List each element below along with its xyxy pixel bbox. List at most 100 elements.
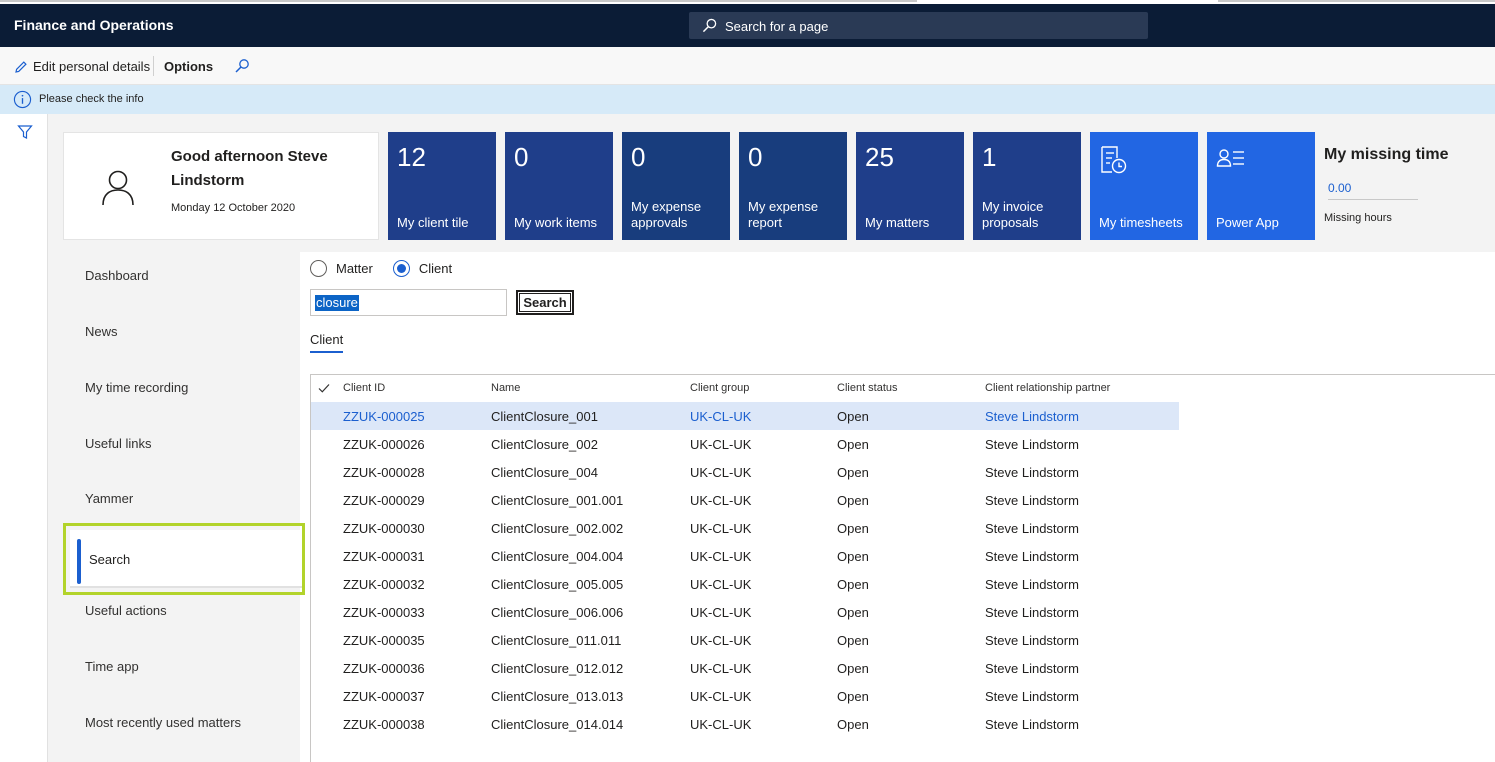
cell-client-status: Open [837,409,869,424]
cell-client-group[interactable]: UK-CL-UK [690,409,751,424]
table-row[interactable]: ZZUK-000035 ClientClosure_011.011 UK-CL-… [311,626,1179,654]
column-header-relationship-partner[interactable]: Client relationship partner [985,382,1110,394]
column-header-client-group[interactable]: Client group [690,382,749,394]
nav-item-useful-actions[interactable]: Useful actions [85,603,167,618]
tile-my-client[interactable]: 12 My client tile [388,132,496,240]
cell-name: ClientClosure_002.002 [491,521,624,536]
nav-item-dashboard[interactable]: Dashboard [85,268,149,283]
greeting: Good afternoon Steve Lindstorm [171,148,328,189]
cell-client-group: UK-CL-UK [690,605,752,620]
cell-name: ClientClosure_004.004 [491,549,624,564]
tile-count: 1 [982,142,997,172]
user-avatar-icon [102,170,134,206]
cell-name: ClientClosure_006.006 [491,605,624,620]
table-row[interactable]: ZZUK-000030 ClientClosure_002.002 UK-CL-… [311,514,1179,542]
tile-power-app[interactable]: Power App [1207,132,1315,240]
cell-client-id: ZZUK-000026 [343,437,425,452]
page-search-box[interactable]: Search for a page [689,12,1148,39]
nav-item-most-recent-matters[interactable]: Most recently used matters [85,715,241,730]
select-all-check-icon[interactable] [318,382,330,394]
edit-personal-details-button[interactable]: Edit personal details [14,59,150,74]
table-row[interactable]: ZZUK-000036 ClientClosure_012.012 UK-CL-… [311,654,1179,682]
left-rail [0,114,48,762]
tile-my-matters[interactable]: 25 My matters [856,132,964,240]
tab-active-underline [310,351,343,353]
tile-my-expense-report[interactable]: 0 My expense report [739,132,847,240]
tile-my-timesheets[interactable]: My timesheets [1090,132,1198,240]
table-row[interactable]: ZZUK-000033 ClientClosure_006.006 UK-CL-… [311,598,1179,626]
cell-partner: Steve Lindstorm [985,465,1079,480]
search-query-input[interactable]: closure [310,289,507,316]
page-search-placeholder: Search for a page [725,19,829,34]
tile-count: 0 [631,142,646,172]
cell-name: ClientClosure_011.011 [491,633,622,648]
table-row[interactable]: ZZUK-000026 ClientClosure_002 UK-CL-UK O… [311,430,1179,458]
cell-client-group: UK-CL-UK [690,717,752,732]
column-header-client-status[interactable]: Client status [837,382,898,394]
search-type-radio-group: Matter Client [310,260,472,277]
cell-partner: Steve Lindstorm [985,689,1079,704]
nav-item-news[interactable]: News [85,324,118,339]
tile-my-work-items[interactable]: 0 My work items [505,132,613,240]
edit-personal-details-label: Edit personal details [33,59,151,74]
cell-client-id: ZZUK-000035 [343,633,425,648]
options-button[interactable]: Options [164,59,213,74]
filter-icon[interactable] [17,124,33,140]
nav-item-useful-links[interactable]: Useful links [85,436,151,451]
search-query-text: closure [315,295,359,311]
search-button-label: Search [519,293,571,312]
cell-partner: Steve Lindstorm [985,605,1079,620]
table-row[interactable]: ZZUK-000029 ClientClosure_001.001 UK-CL-… [311,486,1179,514]
cell-name: ClientClosure_001.001 [491,493,624,508]
cell-client-id[interactable]: ZZUK-000025 [343,409,425,424]
cell-partner: Steve Lindstorm [985,437,1079,452]
cell-partner: Steve Lindstorm [985,717,1079,732]
cell-name: ClientClosure_004 [491,465,598,480]
cell-client-status: Open [837,661,869,676]
tile-label: Power App [1216,215,1279,230]
cell-client-group: UK-CL-UK [690,465,752,480]
table-row[interactable]: ZZUK-000038 ClientClosure_014.014 UK-CL-… [311,710,1179,738]
cell-client-id: ZZUK-000038 [343,717,425,732]
nav-item-my-time-recording[interactable]: My time recording [85,380,188,395]
cell-client-status: Open [837,437,869,452]
radio-matter[interactable] [310,260,327,277]
nav-item-yammer[interactable]: Yammer [85,491,133,506]
info-bar: Please check the info [0,85,1495,114]
tile-count: 0 [514,142,529,172]
nav-item-time-app[interactable]: Time app [85,659,139,674]
workspace-nav: Dashboard News My time recording Useful … [66,252,300,762]
find-icon[interactable] [234,58,250,74]
table-row[interactable]: ZZUK-000032 ClientClosure_005.005 UK-CL-… [311,570,1179,598]
tile-count: 25 [865,142,894,172]
cell-client-status: Open [837,465,869,480]
cell-client-id: ZZUK-000032 [343,577,425,592]
radio-client[interactable] [392,260,410,277]
cell-name: ClientClosure_002 [491,437,598,452]
table-row[interactable]: ZZUK-000037 ClientClosure_013.013 UK-CL-… [311,682,1179,710]
selected-indicator [77,539,81,584]
tab-client[interactable]: Client [310,332,343,347]
column-header-client-id[interactable]: Client ID [343,382,385,394]
table-row[interactable]: ZZUK-000028 ClientClosure_004 UK-CL-UK O… [311,458,1179,486]
search-button[interactable]: Search [516,290,574,315]
column-header-name[interactable]: Name [491,382,520,394]
cell-client-status: Open [837,521,869,536]
cell-partner[interactable]: Steve Lindstorm [985,409,1079,424]
cell-client-group: UK-CL-UK [690,493,752,508]
missing-hours-value[interactable]: 0.00 [1328,181,1418,200]
info-message: Please check the info [39,93,144,105]
tile-my-invoice-proposals[interactable]: 1 My invoice proposals [973,132,1081,240]
cell-client-status: Open [837,577,869,592]
tile-my-expense-approvals[interactable]: 0 My expense approvals [622,132,730,240]
table-row[interactable]: ZZUK-000025 ClientClosure_001 UK-CL-UK O… [311,402,1179,430]
cell-partner: Steve Lindstorm [985,549,1079,564]
tile-label: My expense report [748,199,819,230]
power-app-icon [1216,149,1244,167]
cell-name: ClientClosure_005.005 [491,577,624,592]
tile-count: 12 [397,142,426,172]
search-icon [702,18,717,33]
nav-item-search[interactable]: Search [70,530,302,588]
table-row[interactable]: ZZUK-000031 ClientClosure_004.004 UK-CL-… [311,542,1179,570]
cell-client-group: UK-CL-UK [690,549,752,564]
